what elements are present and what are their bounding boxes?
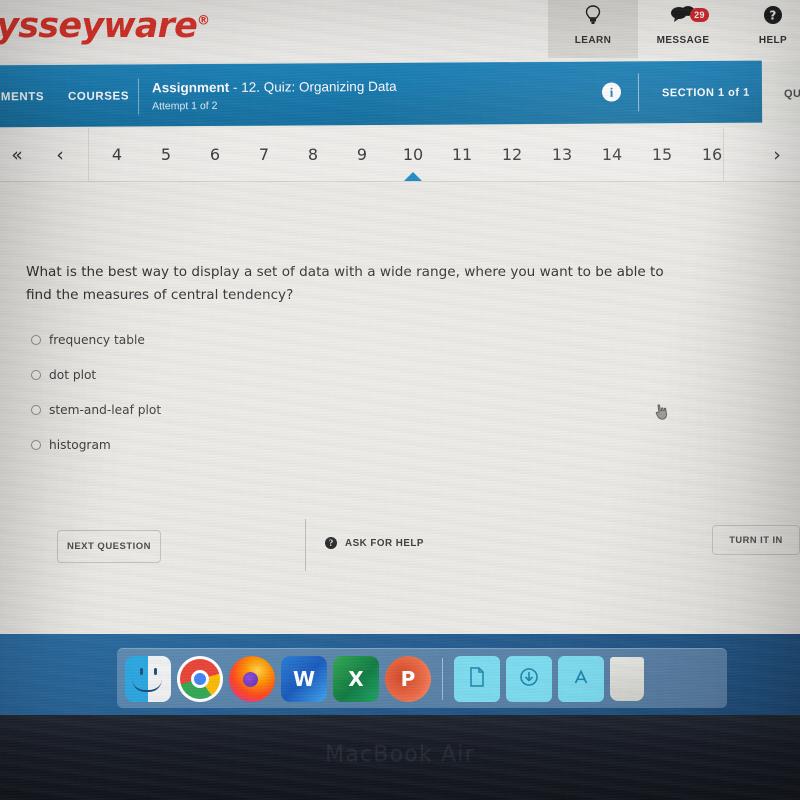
answer-option-frequency-table[interactable]: frequency table bbox=[31, 329, 145, 351]
logo-registered-mark: ® bbox=[197, 13, 210, 29]
pagination-item-10[interactable]: 10 bbox=[396, 140, 430, 170]
utility-label-learn: LEARN bbox=[574, 35, 612, 46]
pagination-item-7[interactable]: 7 bbox=[247, 140, 281, 170]
app-store-a-glyph bbox=[571, 667, 591, 691]
section-indicator: SECTION 1 of 1 bbox=[661, 86, 750, 100]
finder-icon[interactable] bbox=[125, 655, 171, 702]
pagination-item-15[interactable]: 15 bbox=[645, 140, 679, 170]
macbook-air-brand-label: MacBook Air bbox=[325, 742, 475, 767]
pagination-next[interactable]: › bbox=[760, 140, 794, 170]
photo-of-laptop-screen: dysseyware® LEARN bbox=[0, 0, 800, 800]
next-question-button[interactable]: NEXT QUESTION bbox=[57, 530, 161, 563]
utility-label-help: HELP bbox=[758, 35, 788, 46]
odysseyware-quiz-page: dysseyware® LEARN bbox=[0, 0, 800, 634]
chrome-center-dot bbox=[191, 669, 209, 688]
answer-option-label: frequency table bbox=[49, 333, 145, 347]
pagination-item-4[interactable]: 4 bbox=[100, 140, 134, 170]
assignment-header-bar: NMENTS COURSES Assignment - 12. Quiz: Or… bbox=[0, 60, 763, 128]
ask-for-help-button[interactable]: ? ASK FOR HELP bbox=[325, 537, 424, 549]
powerpoint-icon[interactable]: P bbox=[385, 655, 431, 702]
documents-folder-icon[interactable] bbox=[454, 655, 500, 702]
pagination-item-5[interactable]: 5 bbox=[149, 140, 183, 170]
header-divider bbox=[137, 78, 140, 115]
pagination-item-8[interactable]: 8 bbox=[296, 140, 330, 170]
top-utility-band: dysseyware® LEARN bbox=[0, 0, 800, 62]
mouse-cursor-pointer-hand bbox=[651, 400, 672, 425]
word-icon[interactable]: W bbox=[281, 655, 327, 702]
firefox-core bbox=[243, 671, 258, 687]
download-arrow-glyph bbox=[519, 667, 539, 691]
pagination-item-13[interactable]: 13 bbox=[545, 140, 579, 170]
current-question-caret bbox=[404, 172, 422, 181]
pagination-item-14[interactable]: 14 bbox=[595, 140, 629, 170]
assignment-title-main: - 12. Quiz: Organizing Data bbox=[232, 78, 397, 95]
odysseyware-logo[interactable]: dysseyware® bbox=[0, 6, 210, 46]
answer-option-stem-and-leaf-plot[interactable]: stem-and-leaf plot bbox=[31, 399, 161, 421]
chat-bubble-icon bbox=[638, 4, 728, 34]
radio-button[interactable] bbox=[31, 440, 41, 450]
finder-eyes bbox=[125, 667, 171, 675]
ask-for-help-label: ASK FOR HELP bbox=[345, 537, 424, 549]
question-body: What is the best way to display a set of… bbox=[0, 183, 800, 634]
pagination-prev[interactable]: ‹ bbox=[43, 140, 77, 170]
clipped-quiz-label: QU bbox=[784, 88, 800, 100]
question-circle-icon: ? bbox=[728, 4, 800, 34]
turn-it-in-button[interactable]: TURN IT IN bbox=[712, 525, 800, 555]
question-text: What is the best way to display a set of… bbox=[26, 264, 664, 303]
dock-divider bbox=[442, 657, 443, 700]
pagination-item-16[interactable]: 16 bbox=[695, 140, 729, 170]
nav-assignments[interactable]: NMENTS bbox=[0, 91, 44, 103]
answer-option-dot-plot[interactable]: dot plot bbox=[31, 364, 96, 386]
document-glyph bbox=[468, 666, 486, 692]
pagination-divider-left bbox=[88, 128, 89, 182]
radio-button[interactable] bbox=[31, 335, 41, 345]
pagination-item-12[interactable]: 12 bbox=[495, 140, 529, 170]
radio-button[interactable] bbox=[31, 405, 41, 415]
question-pagination: « ‹ 4 5 6 7 8 9 10 11 12 13 14 15 16 › bbox=[0, 128, 800, 182]
firefox-icon[interactable] bbox=[229, 655, 275, 702]
attempt-label: Attempt 1 of 2 bbox=[152, 99, 218, 113]
radio-button[interactable] bbox=[31, 370, 41, 380]
nav-courses[interactable]: COURSES bbox=[68, 91, 129, 103]
assignment-title: Assignment - 12. Quiz: Organizing Data bbox=[152, 79, 397, 95]
pagination-first[interactable]: « bbox=[0, 140, 34, 170]
answer-option-label: histogram bbox=[49, 438, 111, 452]
excel-icon[interactable]: X bbox=[333, 655, 379, 702]
applications-folder-icon[interactable] bbox=[558, 655, 604, 702]
answer-option-histogram[interactable]: histogram bbox=[31, 434, 111, 456]
trash-icon[interactable] bbox=[610, 656, 644, 701]
utility-item-message[interactable]: 29 MESSAGE bbox=[638, 0, 728, 58]
message-unread-badge: 29 bbox=[690, 8, 709, 22]
pagination-item-9[interactable]: 9 bbox=[345, 140, 379, 170]
answer-option-label: dot plot bbox=[49, 368, 97, 382]
utility-item-help[interactable]: ? HELP bbox=[728, 0, 800, 58]
downloads-folder-icon[interactable] bbox=[506, 655, 552, 702]
logo-text: dysseyware bbox=[0, 6, 198, 46]
svg-text:?: ? bbox=[769, 9, 776, 23]
utility-label-message: MESSAGE bbox=[656, 35, 710, 46]
chrome-icon[interactable] bbox=[177, 655, 223, 702]
answer-option-label: stem-and-leaf plot bbox=[49, 403, 162, 417]
pagination-item-11[interactable]: 11 bbox=[445, 140, 479, 170]
pagination-item-6[interactable]: 6 bbox=[198, 140, 232, 170]
help-circle-icon: ? bbox=[325, 537, 337, 549]
assignment-title-prefix: Assignment bbox=[151, 79, 230, 96]
macos-dock: W X P bbox=[117, 648, 727, 708]
utility-item-learn[interactable]: LEARN bbox=[548, 0, 638, 58]
info-icon[interactable]: i bbox=[601, 82, 622, 102]
header-divider-2 bbox=[637, 73, 640, 112]
actions-divider bbox=[305, 519, 306, 571]
lightbulb-icon bbox=[548, 4, 638, 34]
